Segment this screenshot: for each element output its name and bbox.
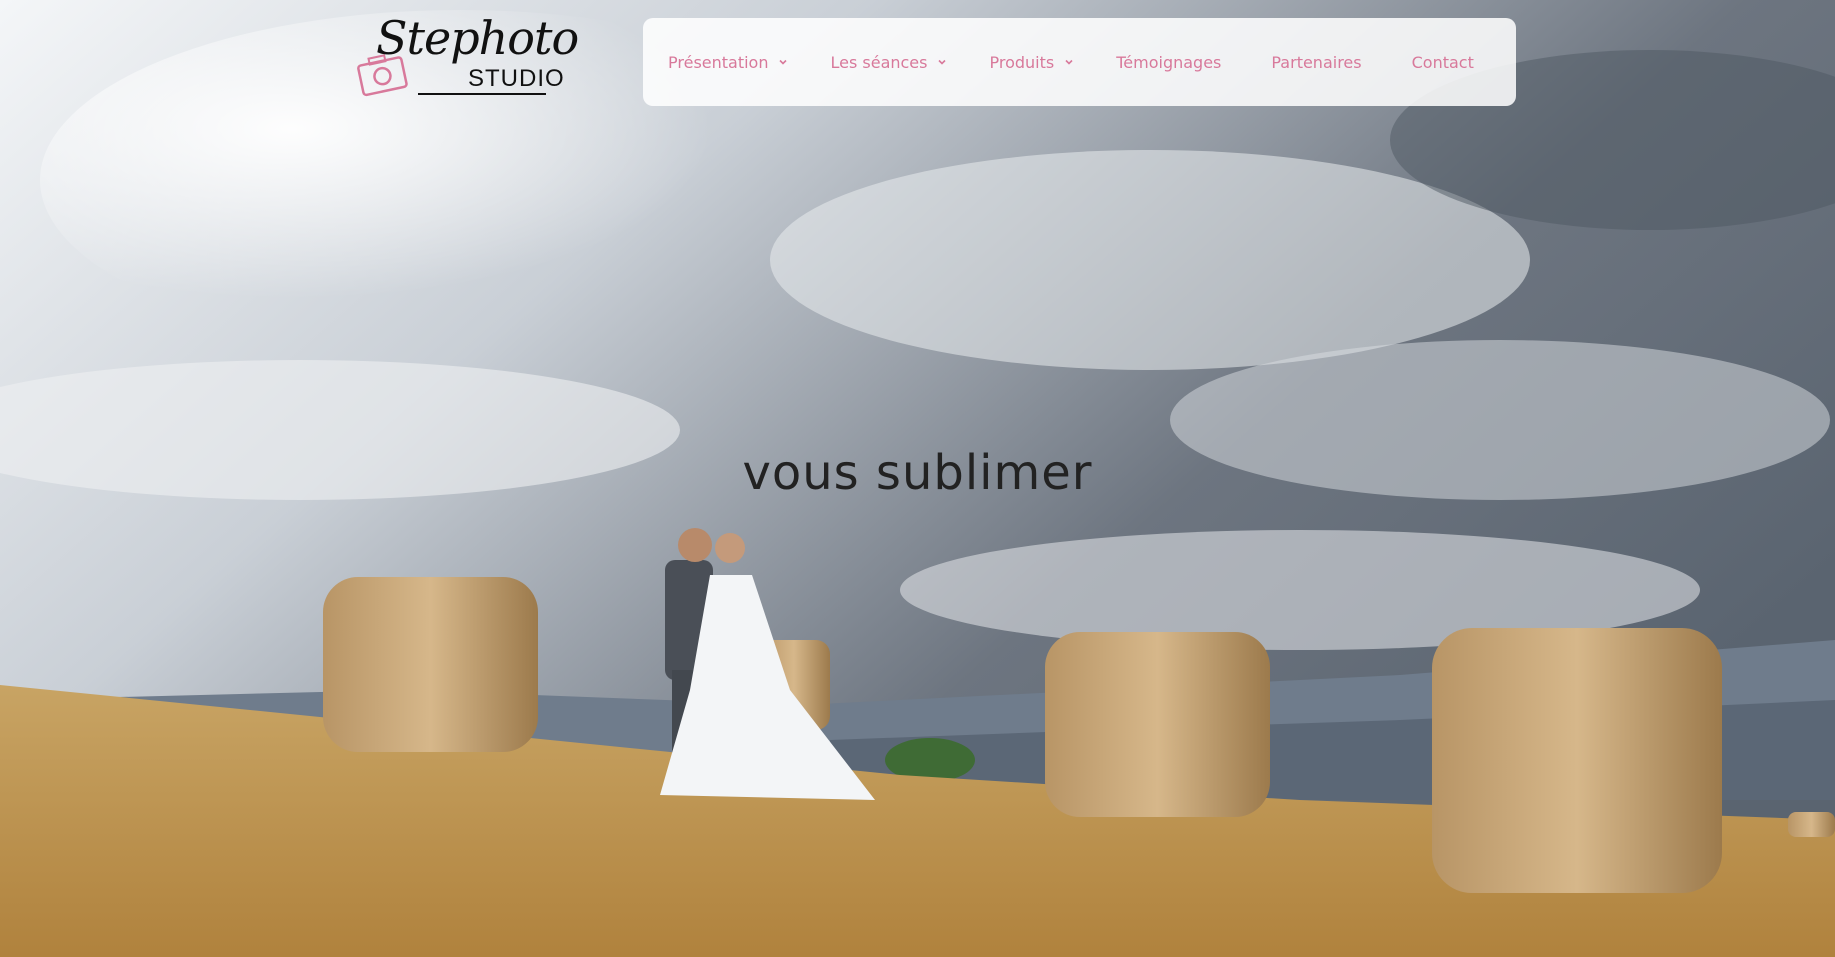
chevron-down-icon xyxy=(779,59,788,65)
nav-item-label: Les séances xyxy=(830,52,928,72)
stephoto-studio-logo[interactable]: Stephoto STUDIO xyxy=(350,11,579,100)
logo-studio-text: STUDIO xyxy=(468,65,565,92)
main-navigation: Présentation Les séances Produits Témoig… xyxy=(643,18,1516,106)
logo-script-text: Stephoto xyxy=(376,11,579,65)
nav-item-temoignages[interactable]: Témoignages xyxy=(1116,53,1221,72)
nav-item-les-seances[interactable]: Les séances xyxy=(830,53,947,72)
nav-item-label: Témoignages xyxy=(1116,52,1222,72)
nav-item-label: Contact xyxy=(1411,52,1474,72)
chevron-down-icon xyxy=(938,59,947,65)
nav-item-label: Présentation xyxy=(668,52,769,72)
nav-item-produits[interactable]: Produits xyxy=(989,53,1074,72)
hero-section: Stephoto STUDIO Présentation Les séances… xyxy=(0,0,1835,957)
hero-tagline: vous sublimer xyxy=(742,445,1093,501)
nav-item-partenaires[interactable]: Partenaires xyxy=(1271,53,1361,72)
logo-underline xyxy=(418,93,546,95)
nav-item-label: Produits xyxy=(989,52,1055,72)
nav-item-label: Partenaires xyxy=(1271,52,1362,72)
chevron-down-icon xyxy=(1065,59,1073,65)
nav-item-contact[interactable]: Contact xyxy=(1412,53,1474,72)
nav-item-presentation[interactable]: Présentation xyxy=(668,53,788,72)
